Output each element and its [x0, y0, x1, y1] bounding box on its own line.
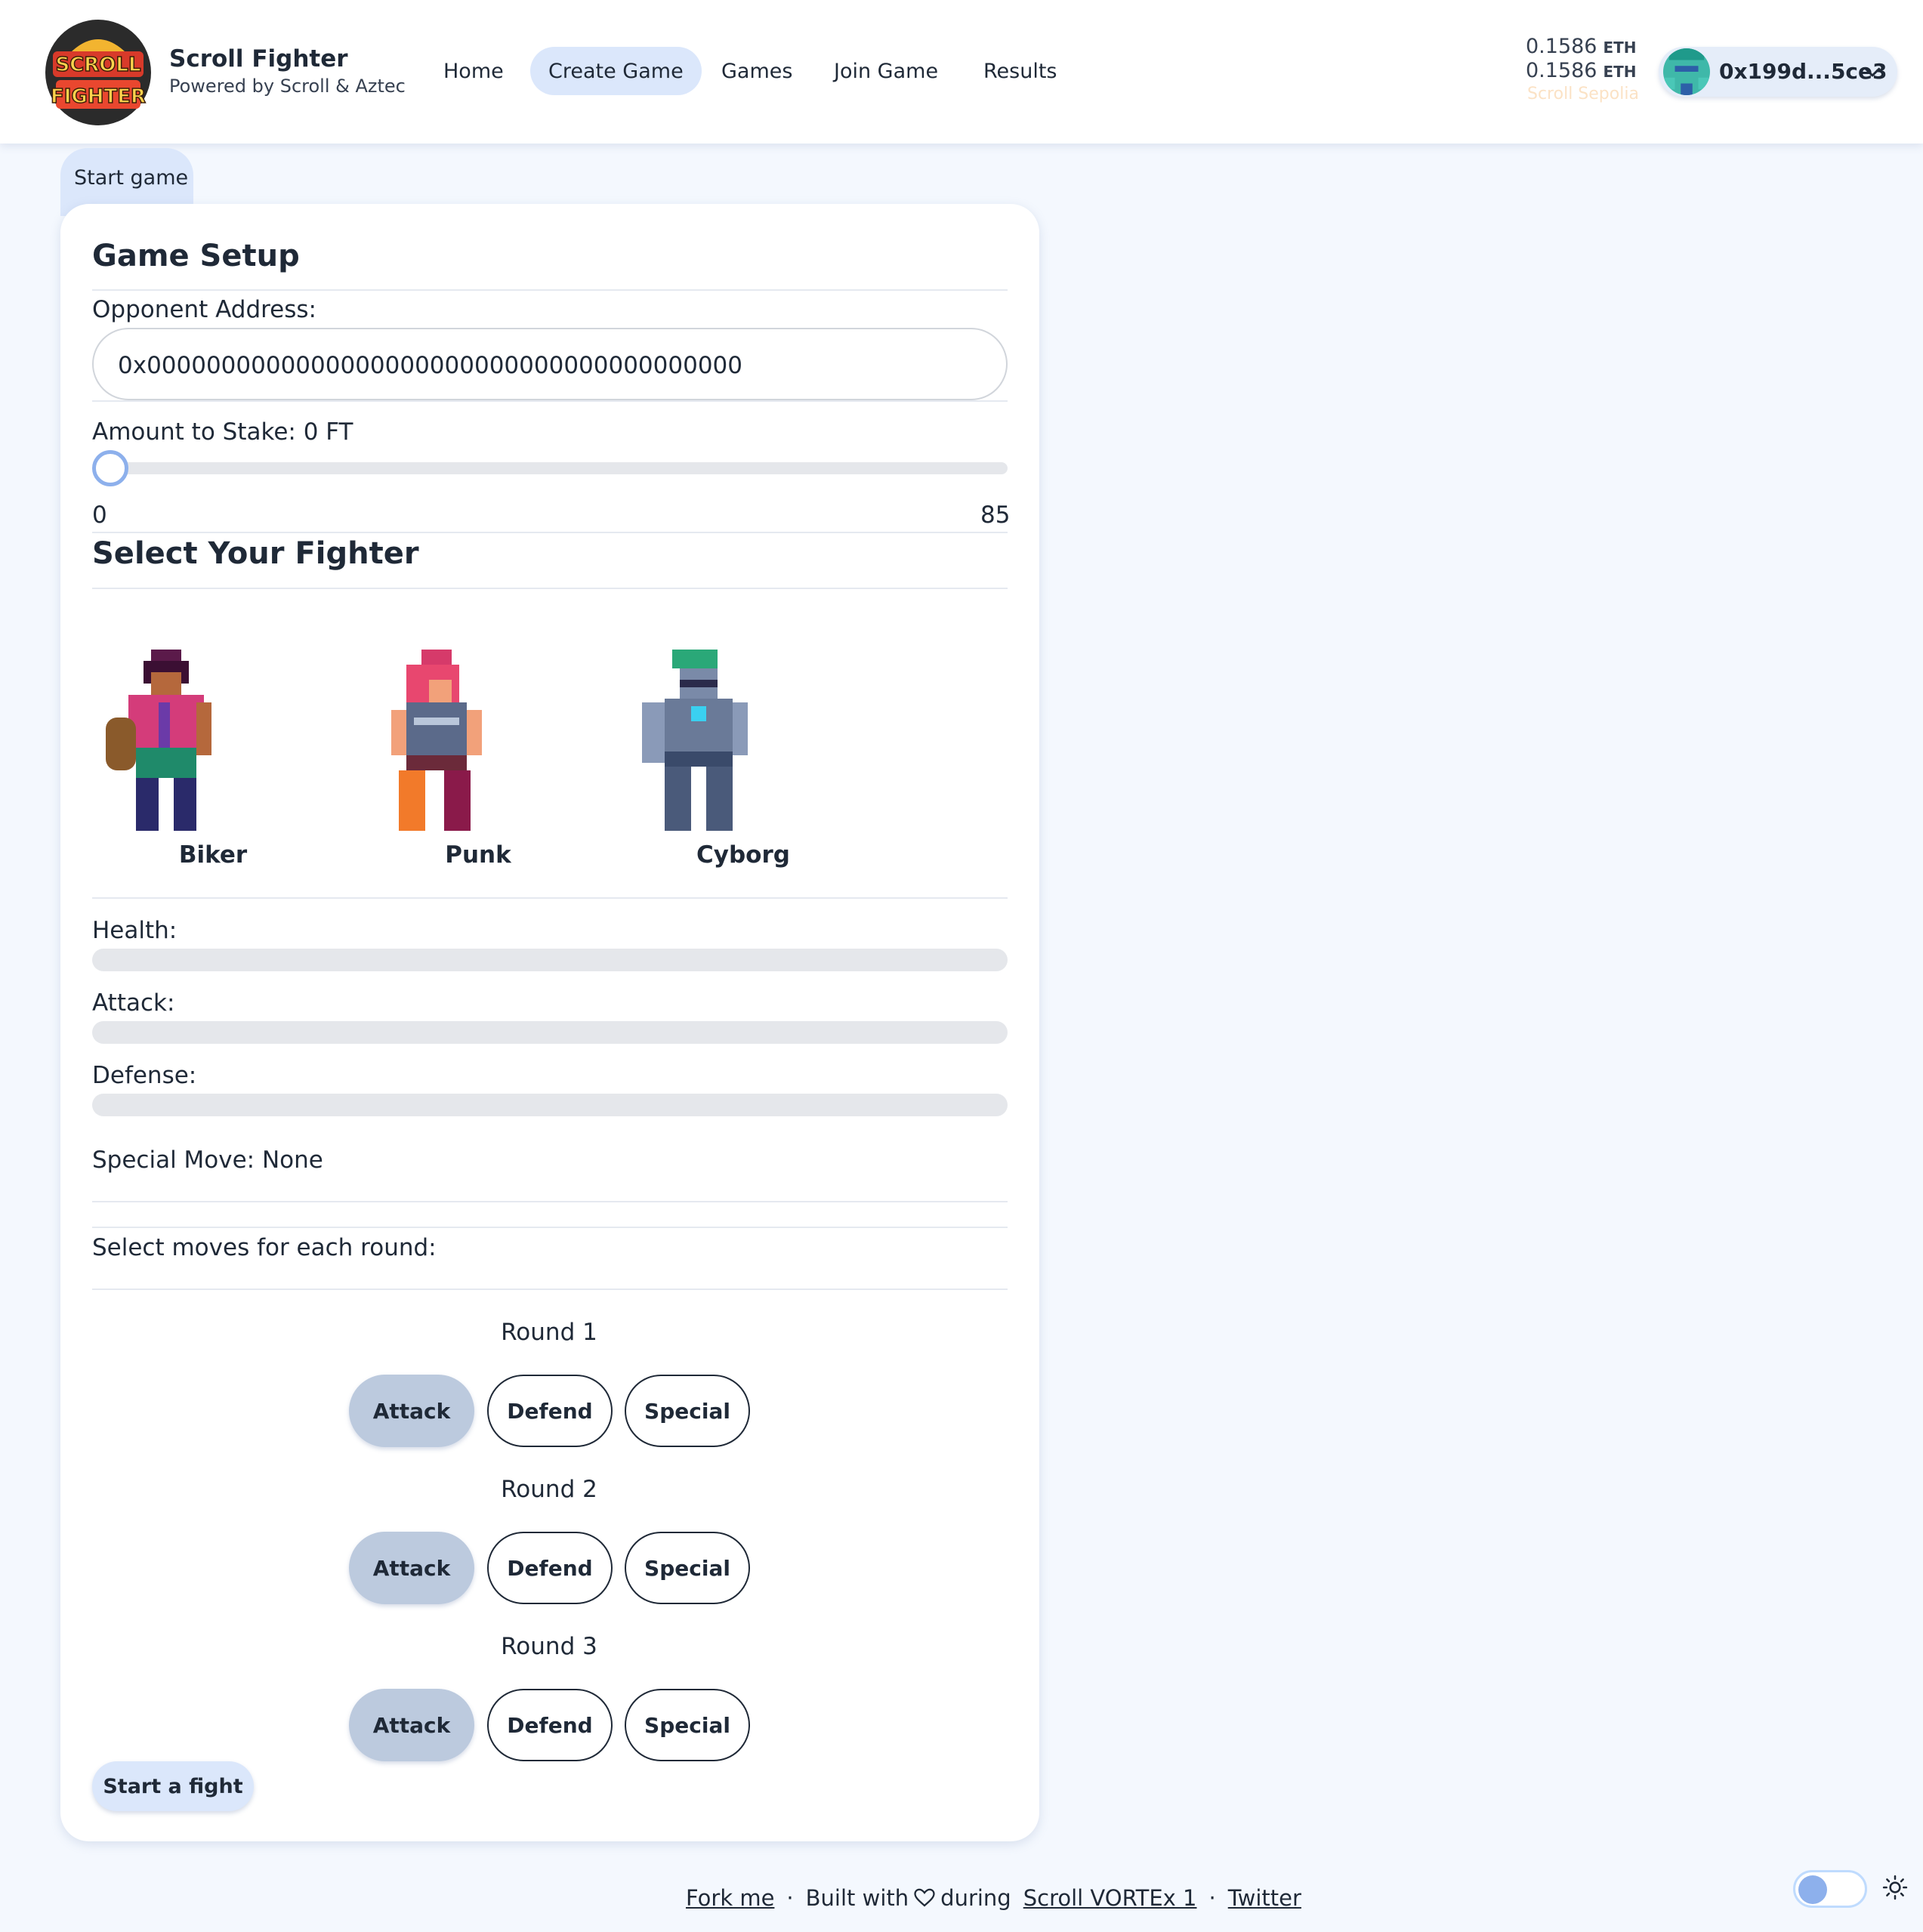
nav-create-game[interactable]: Create Game — [530, 47, 702, 95]
brand-subtitle: Powered by Scroll & Aztec — [169, 76, 406, 97]
round-3-attack-button[interactable]: Attack — [349, 1689, 474, 1761]
balance-line-2: 0.1586 ETH — [1526, 59, 1637, 82]
fighter-name-punk[interactable]: Punk — [403, 841, 554, 869]
scroll-fighter-logo[interactable]: SCROLL FIGHTER — [39, 14, 156, 131]
stake-slider-thumb[interactable] — [92, 450, 128, 486]
divider — [92, 1201, 1008, 1202]
opponent-address-label: Opponent Address: — [92, 296, 316, 323]
cyborg-fighter-sprite[interactable] — [634, 650, 755, 831]
stake-slider-track[interactable] — [92, 462, 1008, 474]
round-1-label: Round 1 — [501, 1319, 597, 1346]
chevron-down-icon — [1864, 67, 1881, 77]
divider — [92, 400, 1008, 402]
fighter-name-biker[interactable]: Biker — [137, 841, 289, 869]
round-3-defend-button[interactable]: Defend — [487, 1689, 613, 1761]
round-2-defend-button[interactable]: Defend — [487, 1532, 613, 1604]
round-1-attack-button[interactable]: Attack — [349, 1375, 474, 1447]
account-button[interactable]: 0x199d...5ce3 — [1659, 47, 1897, 97]
round-2-label: Round 2 — [501, 1476, 597, 1503]
round-2-attack-button[interactable]: Attack — [349, 1532, 474, 1604]
scroll-vortex-link[interactable]: Scroll VORTEx 1 — [1023, 1885, 1197, 1911]
health-bar — [92, 949, 1008, 971]
twitter-link[interactable]: Twitter — [1228, 1885, 1301, 1911]
theme-toggle[interactable] — [1793, 1870, 1867, 1908]
punk-fighter-sprite[interactable] — [376, 650, 497, 831]
divider — [92, 1289, 1008, 1290]
round-1-special-button[interactable]: Special — [625, 1375, 750, 1447]
game-setup-title: Game Setup — [92, 239, 300, 273]
built-with-text: Built with — [805, 1885, 909, 1911]
divider — [92, 1227, 1008, 1228]
heart-icon — [914, 1888, 935, 1907]
nav-results[interactable]: Results — [965, 47, 1076, 95]
svg-text:SCROLL: SCROLL — [55, 54, 140, 76]
attack-bar — [92, 1021, 1008, 1044]
special-move-text: Special Move: None — [92, 1147, 323, 1174]
start-fight-button[interactable]: Start a fight — [92, 1761, 254, 1811]
fighter-name-cyborg[interactable]: Cyborg — [668, 841, 819, 869]
network-name: Scroll Sepolia — [1527, 85, 1639, 103]
brand-title: Scroll Fighter — [169, 45, 348, 73]
theme-toggle-knob — [1798, 1875, 1827, 1904]
round-3-label: Round 3 — [501, 1633, 597, 1660]
nav-join-game[interactable]: Join Game — [816, 47, 956, 95]
stake-max-label: 85 — [980, 502, 1011, 529]
header: SCROLL FIGHTER Scroll Fighter Powered by… — [0, 0, 1923, 144]
separator: · — [1208, 1885, 1216, 1911]
divider — [92, 588, 1008, 589]
divider — [92, 289, 1008, 291]
select-fighter-title: Select Your Fighter — [92, 536, 419, 571]
nav-games[interactable]: Games — [703, 47, 810, 95]
divider — [92, 897, 1008, 899]
defense-bar — [92, 1094, 1008, 1116]
biker-fighter-sprite[interactable] — [106, 650, 227, 831]
divider — [92, 532, 1008, 533]
account-avatar — [1663, 48, 1710, 95]
attack-label: Attack: — [92, 989, 175, 1017]
during-text: during — [940, 1885, 1011, 1911]
health-label: Health: — [92, 917, 177, 944]
round-1-defend-button[interactable]: Defend — [487, 1375, 613, 1447]
svg-text:FIGHTER: FIGHTER — [51, 85, 146, 108]
nav-home[interactable]: Home — [425, 47, 522, 95]
footer: Fork me · Built with during Scroll VORTE… — [686, 1885, 1301, 1911]
stake-amount-label: Amount to Stake: 0 FT — [92, 418, 353, 446]
sun-icon — [1882, 1875, 1908, 1900]
stake-min-label: 0 — [92, 502, 107, 529]
fork-me-link[interactable]: Fork me — [686, 1885, 774, 1911]
round-2-special-button[interactable]: Special — [625, 1532, 750, 1604]
defense-label: Defense: — [92, 1062, 197, 1089]
moves-instruction: Select moves for each round: — [92, 1234, 437, 1261]
opponent-address-input[interactable]: 0x00000000000000000000000000000000000000… — [92, 328, 1008, 400]
separator: · — [786, 1885, 794, 1911]
round-3-special-button[interactable]: Special — [625, 1689, 750, 1761]
balance-line-1: 0.1586 ETH — [1526, 35, 1637, 58]
